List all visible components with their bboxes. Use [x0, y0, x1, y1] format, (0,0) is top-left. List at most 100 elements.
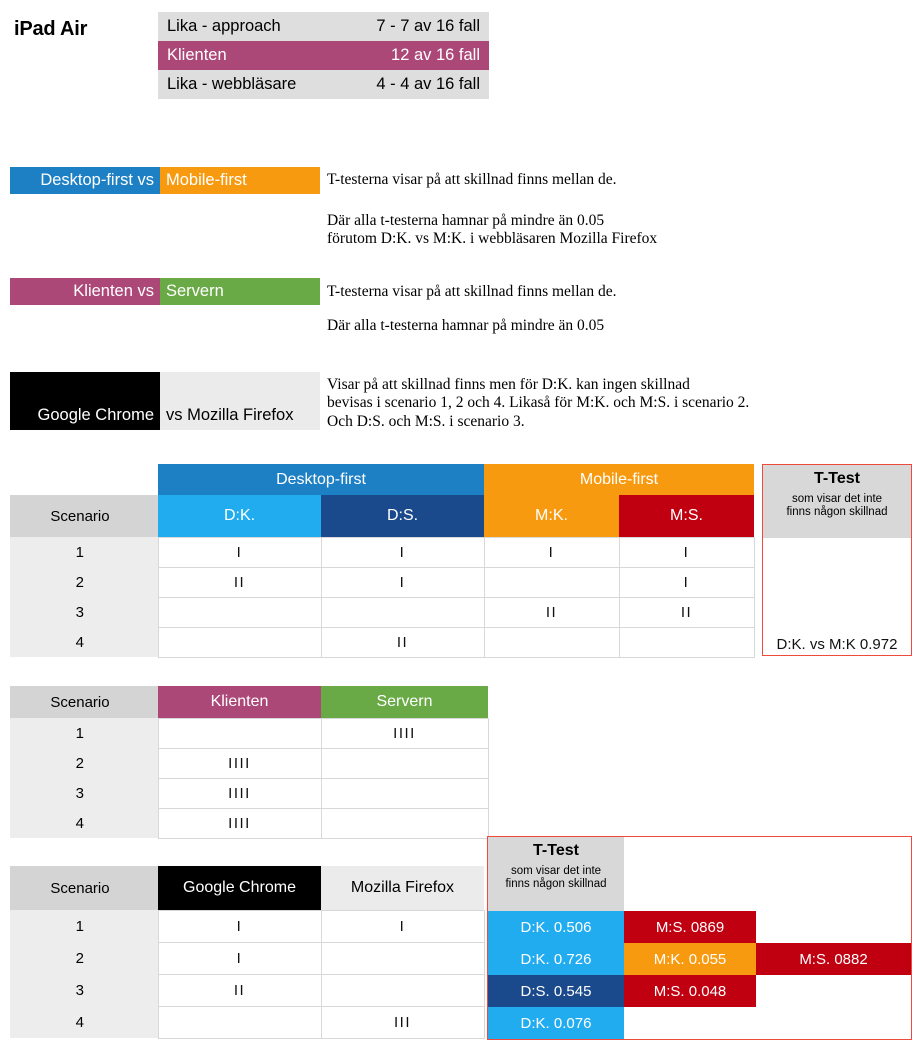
note-clientserver-1: T-testerna visar på att skillnad finns m… — [327, 283, 617, 300]
tally-cell — [157, 717, 322, 749]
legend-servern: Servern — [160, 278, 320, 305]
summary-label: Lika - webbläsare — [158, 70, 340, 99]
table-row: 2 I — [10, 942, 485, 975]
spacer-cell — [10, 464, 158, 495]
tally-cell: I — [157, 909, 322, 943]
scenario-label: 3 — [10, 597, 158, 627]
table-clientserver: Scenario Klienten Servern 1 IIII 2 IIII … — [10, 686, 489, 839]
summary-label: Klienten — [158, 41, 340, 70]
tally-cell — [321, 974, 485, 1007]
column-header-ms: M:S. — [619, 495, 754, 537]
scenario-label: 4 — [10, 808, 158, 838]
legend-label: Desktop-first vs — [40, 171, 154, 189]
scenario-column-header: Scenario — [10, 866, 158, 910]
scenario-label: 4 — [10, 627, 158, 657]
note-approach-1: T-testerna visar på att skillnad finns m… — [327, 171, 617, 188]
ttest-value-row: D:K. 0.506 M:S. 0869 — [488, 911, 756, 943]
tally-cell: IIII — [157, 808, 322, 839]
table-row: 3 IIII — [10, 778, 489, 809]
table-approach-column-header: Scenario D:K. D:S. M:K. M:S. — [10, 495, 754, 537]
tally-cell — [321, 597, 485, 628]
scenario-label: 2 — [10, 942, 158, 974]
ttest-value: M:S. 0869 — [624, 911, 756, 943]
ttest-title: T-Test — [533, 842, 579, 859]
summary-row: Lika - approach 7 - 7 av 16 fall — [158, 12, 489, 41]
ttest-column-approach: T-Test som visar det inte finns någon sk… — [762, 464, 912, 656]
tally-cell — [619, 627, 755, 658]
table-row: 2 II I I — [10, 567, 755, 598]
ttest-value: M:S. 0882 — [756, 943, 911, 975]
legend-mobile-first: Mobile-first — [160, 167, 320, 194]
ttest-column-browser: T-Test som visar det inte finns någon sk… — [487, 836, 912, 1040]
tally-cell: II — [484, 597, 620, 628]
table-row: 4 III — [10, 1006, 485, 1039]
summary-value: 7 - 7 av 16 fall — [339, 12, 489, 41]
ttest-value-row: D:K. 0.076 — [488, 1007, 624, 1039]
table-row: 1 I I I I — [10, 536, 755, 568]
ttest-title: T-Test — [814, 470, 860, 487]
tally-cell — [321, 748, 489, 779]
legend-mozilla-firefox: vs Mozilla Firefox — [160, 372, 320, 430]
scenario-label: 2 — [10, 567, 158, 597]
tally-cell: IIII — [157, 748, 322, 779]
tally-cell: I — [619, 567, 755, 598]
note-approach-2: Där alla t-testerna hamnar på mindre än … — [327, 212, 658, 248]
tally-cell — [321, 942, 485, 975]
table-row: 3 II — [10, 974, 485, 1007]
tally-cell: II — [157, 567, 322, 598]
summary-row: Klienten 12 av 16 fall — [158, 41, 489, 70]
tally-cell: II — [321, 627, 485, 658]
column-header-klienten: Klienten — [158, 686, 321, 718]
column-header-google-chrome: Google Chrome — [158, 866, 321, 910]
table-browser-column-header: Scenario Google Chrome Mozilla Firefox — [10, 866, 484, 910]
legend-label: vs Mozilla Firefox — [166, 406, 294, 424]
tally-cell — [321, 808, 489, 839]
ttest-subtitle: som visar det inte finns någon skillnad — [786, 493, 888, 519]
ttest-value: M:S. 0.048 — [624, 975, 756, 1007]
table-row: 4 II — [10, 627, 755, 658]
table-row: 4 IIII — [10, 808, 489, 839]
column-header-servern: Servern — [321, 686, 488, 718]
legend-label: Google Chrome — [37, 406, 154, 424]
table-clientserver-column-header: Scenario Klienten Servern — [10, 686, 488, 718]
scenario-label: 2 — [10, 748, 158, 778]
ttest-value: D:K. 0.076 — [488, 1007, 624, 1039]
ttest-value-row: D:S. 0.545 M:S. 0.048 — [488, 975, 756, 1007]
tally-cell — [157, 627, 322, 658]
ttest-value: D:K. 0.506 — [488, 911, 624, 943]
summary-value: 4 - 4 av 16 fall — [339, 70, 489, 99]
tally-cell: I — [157, 942, 322, 975]
tally-cell: I — [321, 909, 485, 943]
tally-cell: II — [157, 974, 322, 1007]
tally-cell: II — [619, 597, 755, 628]
scenario-label: 1 — [10, 718, 158, 748]
table-row: 2 IIII — [10, 748, 489, 779]
legend-klienten: Klienten vs — [10, 278, 160, 305]
comparison-block-approach: Desktop-first vs Mobile-first — [10, 167, 320, 194]
summary-row: Lika - webbläsare 4 - 4 av 16 fall — [158, 70, 489, 99]
tally-cell — [484, 627, 620, 658]
tally-cell: III — [321, 1006, 485, 1039]
scenario-label: 3 — [10, 974, 158, 1006]
ttest-subtitle: som visar det inte finns någon skillnad — [505, 865, 607, 891]
table-row: 3 II II — [10, 597, 755, 628]
table-browser: Scenario Google Chrome Mozilla Firefox 1… — [10, 866, 485, 1039]
column-header-dk: D:K. — [158, 495, 321, 537]
note-browser-1: Visar på att skillnad finns men för D:K.… — [327, 376, 750, 430]
tally-cell: I — [321, 567, 485, 598]
scenario-label: 1 — [10, 910, 158, 942]
note-clientserver-2: Där alla t-testerna hamnar på mindre än … — [327, 317, 605, 334]
scenario-column-header: Scenario — [10, 495, 158, 537]
comparison-block-clientserver: Klienten vs Servern — [10, 278, 320, 305]
ttest-value: D:S. 0.545 — [488, 975, 624, 1007]
scenario-label: 3 — [10, 778, 158, 808]
tally-cell: I — [321, 536, 485, 568]
group-header-mobile-first: Mobile-first — [484, 464, 754, 495]
page-title: iPad Air — [14, 18, 88, 40]
tally-cell: I — [619, 536, 755, 568]
table-row: 1 IIII — [10, 717, 489, 749]
scenario-label: 4 — [10, 1006, 158, 1038]
legend-google-chrome: Google Chrome — [10, 372, 160, 430]
scenario-column-header: Scenario — [10, 686, 158, 718]
ttest-value: M:K. 0.055 — [624, 943, 756, 975]
